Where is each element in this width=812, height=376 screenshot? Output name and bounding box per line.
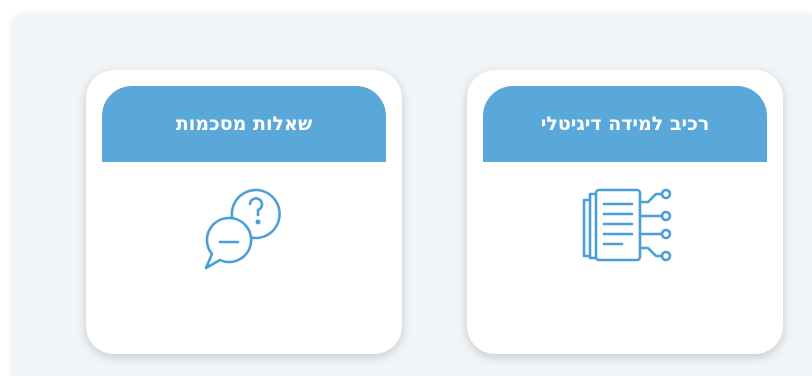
content-panel: רכיב למידה דיגיטלי שאלות מסכמות — [12, 14, 812, 376]
digital-learning-card-title: רכיב למידה דיגיטלי — [483, 86, 767, 162]
digital-learning-card[interactable]: רכיב למידה דיגיטלי — [467, 70, 783, 354]
digital-document-icon — [582, 188, 672, 262]
chat-question-icon — [204, 188, 281, 270]
summary-questions-card[interactable]: שאלות מסכמות — [86, 70, 402, 354]
summary-questions-card-title: שאלות מסכמות — [102, 86, 386, 162]
